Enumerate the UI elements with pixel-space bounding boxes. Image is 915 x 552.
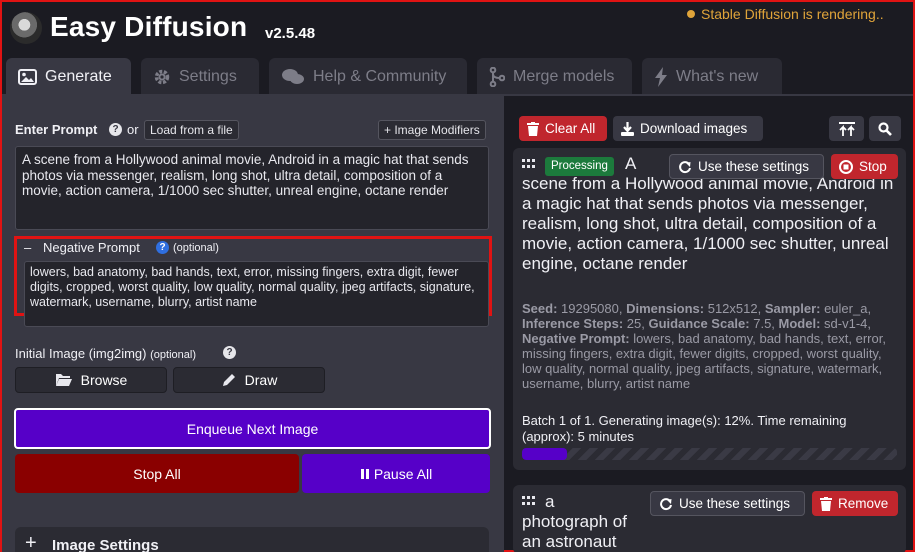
task-prompt-text: scene from a Hollywood animal movie, And… <box>522 174 894 273</box>
expand-icon: + <box>25 532 37 552</box>
image-modifiers-button[interactable]: + Image Modifiers <box>378 120 486 140</box>
meta-key: Inference Steps: <box>522 316 624 331</box>
browse-label: Browse <box>80 372 128 388</box>
render-status-text: Stable Diffusion is rendering.. <box>701 6 884 22</box>
negative-prompt-input[interactable]: lowers, bad anatomy, bad hands, text, er… <box>24 261 489 327</box>
help-icon[interactable]: ? <box>109 123 122 136</box>
task-progress-text: Batch 1 of 1. Generating image(s): 12%. … <box>522 413 847 444</box>
image-icon <box>18 69 37 85</box>
comments-icon <box>282 69 304 84</box>
use-settings-button[interactable]: Use these settings <box>669 154 824 179</box>
app-version: v2.5.48 <box>265 25 316 42</box>
tab-whats-new[interactable]: What's new <box>642 58 782 96</box>
remove-task-button[interactable]: Remove <box>812 491 898 516</box>
tab-label: Generate <box>45 68 112 85</box>
init-image-help-icon[interactable]: ? <box>223 346 236 359</box>
pause-icon <box>360 468 369 479</box>
tab-label: What's new <box>676 68 759 85</box>
app-logo <box>10 12 42 44</box>
image-settings-label: Image Settings <box>52 537 159 552</box>
draw-button[interactable]: Draw <box>173 367 325 393</box>
meta-value: euler_a, <box>820 301 872 316</box>
tab-help-community[interactable]: Help & Community <box>269 58 467 96</box>
use-settings-label: Use these settings <box>679 496 791 511</box>
search-icon <box>878 121 892 136</box>
browse-button[interactable]: Browse <box>15 367 167 393</box>
task-metadata: Seed: 19295080, Dimensions: 512x512, Sam… <box>522 301 897 391</box>
remove-task-label: Remove <box>838 496 889 511</box>
meta-value: 7.5, <box>749 316 779 331</box>
tab-settings[interactable]: Settings <box>141 58 259 96</box>
redo-icon <box>679 160 691 173</box>
stop-circle-icon <box>839 159 853 174</box>
collapse-all-button[interactable] <box>829 116 864 141</box>
git-merge-icon <box>489 67 505 87</box>
prompt-input[interactable]: A scene from a Hollywood animal movie, A… <box>15 146 489 230</box>
clear-all-button[interactable]: Clear All <box>519 116 607 141</box>
enqueue-button[interactable]: Enqueue Next Image <box>14 408 491 449</box>
drag-handle-icon[interactable] <box>522 159 536 169</box>
drag-handle-icon[interactable] <box>522 496 536 506</box>
trash-icon <box>820 496 832 511</box>
search-button[interactable] <box>869 116 901 141</box>
clear-all-label: Clear All <box>545 121 596 136</box>
negative-optional-label: (optional) <box>173 242 219 254</box>
init-image-label-text: Initial Image (img2img) <box>15 346 147 361</box>
meta-key: Negative Prompt: <box>522 331 630 346</box>
meta-key: Model: <box>778 316 821 331</box>
init-image-optional: (optional) <box>150 349 196 361</box>
pause-all-button[interactable]: Pause All <box>302 454 490 493</box>
task-prompt-text: photograph of an astronaut riding a hors… <box>522 512 627 551</box>
or-label: or <box>127 122 139 137</box>
download-icon <box>621 121 634 136</box>
meta-value: 25, <box>623 316 649 331</box>
pause-all-label: Pause All <box>373 465 433 482</box>
stop-all-button[interactable]: Stop All <box>15 454 299 493</box>
task-progress-bar <box>522 448 897 460</box>
status-dot-icon <box>687 10 695 18</box>
meta-key: Guidance Scale: <box>648 316 750 331</box>
meta-value: 512x512, <box>704 301 765 316</box>
trash-icon <box>527 121 539 136</box>
negative-collapse-toggle[interactable]: – <box>24 240 31 255</box>
tab-label: Merge models <box>513 68 615 85</box>
init-image-label: Initial Image (img2img) (optional) <box>15 346 196 361</box>
folder-open-icon <box>55 374 72 386</box>
collapse-icon: – <box>24 240 32 255</box>
redo-icon <box>660 497 672 510</box>
download-images-label: Download images <box>640 121 748 136</box>
task-progress-fill <box>522 448 567 460</box>
load-from-file-button[interactable]: Load from a file <box>144 120 239 140</box>
meta-key: Sampler: <box>764 301 821 316</box>
tab-generate[interactable]: Generate <box>6 58 131 96</box>
render-status: Stable Diffusion is rendering.. <box>687 6 884 22</box>
app-title: Easy Diffusion <box>50 11 248 42</box>
tab-label: Help & Community <box>313 68 447 85</box>
negative-prompt-label: Negative Prompt <box>43 240 140 255</box>
task-prompt: scene from a Hollywood animal movie, And… <box>522 174 902 274</box>
meta-value: sd-v1-4, <box>820 316 871 331</box>
arrows-collapse-icon <box>838 121 855 136</box>
task-prompt-first: A <box>625 154 637 173</box>
bolt-icon <box>655 67 667 87</box>
stop-task-label: Stop <box>859 159 887 174</box>
gear-icon <box>154 69 170 85</box>
use-settings-button[interactable]: Use these settings <box>650 491 805 516</box>
tab-label: Settings <box>179 68 237 85</box>
task-prompt-first: a <box>545 492 555 511</box>
draw-label: Draw <box>244 372 278 388</box>
use-settings-label: Use these settings <box>698 159 810 174</box>
meta-value: 19295080, <box>557 301 627 316</box>
stop-task-button[interactable]: Stop <box>831 154 898 179</box>
tab-merge-models[interactable]: Merge models <box>477 58 632 96</box>
pencil-icon <box>222 374 235 386</box>
download-images-button[interactable]: Download images <box>613 116 763 141</box>
prompt-label: Enter Prompt <box>15 122 98 137</box>
image-settings-section[interactable]: + Image Settings <box>15 527 489 552</box>
meta-key: Seed: <box>522 301 558 316</box>
meta-key: Dimensions: <box>626 301 705 316</box>
negative-help-icon[interactable]: ? <box>156 241 169 254</box>
